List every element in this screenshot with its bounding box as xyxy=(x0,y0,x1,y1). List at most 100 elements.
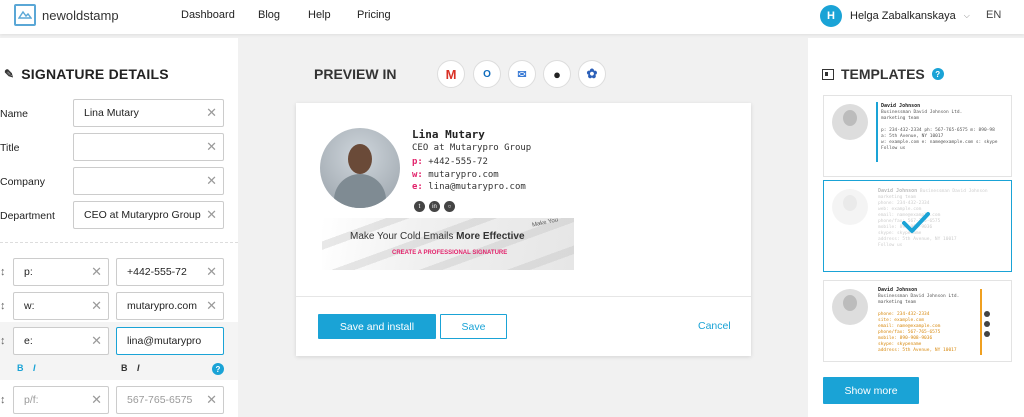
template-role: Businessman David Johnson Ltd. xyxy=(878,294,960,299)
template-line: site: example.com xyxy=(878,318,925,323)
pen-icon: ✎ xyxy=(4,67,15,81)
language-selector[interactable]: EN xyxy=(986,9,1001,21)
signature-email-line: e: lina@mutarypro.com xyxy=(412,182,526,192)
photo-body xyxy=(334,174,386,208)
nav-pricing[interactable]: Pricing xyxy=(357,9,391,21)
banner-headline: Make Your Cold Emails More Effective xyxy=(350,231,525,242)
save-button[interactable]: Save xyxy=(440,314,507,339)
clear-icon[interactable]: ✕ xyxy=(206,393,217,407)
template-role: Businessman David Johnson Ltd. xyxy=(881,110,963,115)
save-and-install-button[interactable]: Save and install xyxy=(318,314,436,339)
signature-details-heading: SIGNATURE DETAILS xyxy=(21,66,169,82)
apple-mail-icon[interactable]: ✉ xyxy=(508,60,536,88)
template-follow: Follow us xyxy=(878,243,903,248)
clear-icon[interactable]: ✕ xyxy=(91,299,102,313)
checkmark-icon xyxy=(902,212,930,233)
brand-logo[interactable]: newoldstamp xyxy=(14,4,119,26)
banner-text-b: More Effective xyxy=(456,231,525,242)
web-key: w: xyxy=(412,170,423,180)
signature-email[interactable]: lina@mutarypro.com xyxy=(428,182,526,192)
name-label: Name xyxy=(0,108,29,120)
name-value: Lina Mutary xyxy=(84,107,139,119)
clear-icon[interactable]: ✕ xyxy=(206,299,217,313)
drag-handle-icon[interactable]: ↕ xyxy=(0,300,6,312)
help-icon[interactable]: ? xyxy=(931,68,944,80)
website-value: mutarypro.com xyxy=(127,300,198,312)
drag-handle-icon[interactable]: ↕ xyxy=(0,266,6,278)
bold-toggle[interactable]: B xyxy=(17,363,24,373)
template-text: David Johnson Businessman David Johnson … xyxy=(878,188,988,249)
clear-icon[interactable]: ✕ xyxy=(206,106,217,120)
linkedin-icon[interactable]: in xyxy=(429,201,440,212)
apple-icon[interactable]: ● xyxy=(543,60,571,88)
template-card-selected[interactable]: David Johnson Businessman David Johnson … xyxy=(823,180,1012,272)
clear-icon[interactable]: ✕ xyxy=(206,140,217,154)
signature-web[interactable]: mutarypro.com xyxy=(428,170,498,180)
templates-title: TEMPLATES ? xyxy=(822,66,944,82)
italic-toggle[interactable]: I xyxy=(33,363,36,373)
clear-icon[interactable]: ✕ xyxy=(206,174,217,188)
signature-preview-card: Lina Mutary CEO at Mutarypro Group p: +4… xyxy=(296,103,751,356)
twitter-icon[interactable]: t xyxy=(414,201,425,212)
title-field[interactable]: ✕ xyxy=(73,133,224,161)
template-line: phone: 234-432-2334 xyxy=(878,201,930,206)
help-icon[interactable]: ? xyxy=(212,363,224,375)
template-text: David Johnson Businessman David Johnson … xyxy=(878,287,959,354)
email-field[interactable]: lina@mutarypro xyxy=(116,327,224,355)
name-field[interactable]: Lina Mutary ✕ xyxy=(73,99,224,127)
website-prefix-field[interactable]: w: ✕ xyxy=(13,292,109,320)
show-more-button[interactable]: Show more xyxy=(823,377,919,404)
department-value: CEO at Mutarypro Group xyxy=(84,209,201,221)
clear-icon[interactable]: ✕ xyxy=(91,334,102,348)
cancel-button[interactable]: Cancel xyxy=(698,320,731,332)
clear-icon[interactable]: ✕ xyxy=(91,265,102,279)
nav-dashboard[interactable]: Dashboard xyxy=(181,9,235,21)
clear-icon[interactable]: ✕ xyxy=(206,265,217,279)
templates-heading: TEMPLATES xyxy=(841,66,925,82)
email-prefix-field[interactable]: e: ✕ xyxy=(13,327,109,355)
phone-field[interactable]: +442-555-72 ✕ xyxy=(116,258,224,286)
template-follow: Follow us xyxy=(881,146,906,151)
signature-position: CEO at Mutarypro Group xyxy=(412,143,532,153)
website-field[interactable]: mutarypro.com ✕ xyxy=(116,292,224,320)
card-divider xyxy=(296,296,751,297)
phone-key: p: xyxy=(412,157,423,167)
template-line: p: 234-432-2334 ph: 567-765-6575 m: 890-… xyxy=(881,128,995,133)
template-avatar xyxy=(832,289,868,325)
drag-handle-icon[interactable]: ↕ xyxy=(0,394,6,406)
user-menu[interactable]: H Helga Zabalkanskaya ⌵ xyxy=(820,5,970,27)
banner-cta: CREATE A PROFESSIONAL SIGNATURE xyxy=(392,250,508,256)
template-line: address: 5th Avenue, NY 10017 xyxy=(878,237,957,242)
template-line: mobile: 890-908-9036 xyxy=(878,336,933,341)
thunderbird-icon[interactable]: ✿ xyxy=(578,60,606,88)
department-field[interactable]: CEO at Mutarypro Group ✕ xyxy=(73,201,224,229)
user-name: Helga Zabalkanskaya xyxy=(850,10,956,22)
nav-blog[interactable]: Blog xyxy=(258,9,280,21)
template-name: David Johnson xyxy=(878,287,918,293)
template-card[interactable]: David Johnson Businessman David Johnson … xyxy=(823,280,1012,362)
fax-prefix-placeholder: p/f: xyxy=(24,394,39,406)
signature-details-panel: ✎ SIGNATURE DETAILS Name Lina Mutary ✕ T… xyxy=(0,38,238,417)
template-line: a: 5th Avenue, NY 10017 xyxy=(881,134,944,139)
italic-toggle[interactable]: I xyxy=(137,363,140,373)
signature-phone-line: p: +442-555-72 xyxy=(412,157,488,167)
clear-icon[interactable]: ✕ xyxy=(206,208,217,222)
fax-prefix-field[interactable]: p/f: ✕ xyxy=(13,386,109,414)
instagram-icon[interactable]: ○ xyxy=(444,201,455,212)
chevron-down-icon: ⌵ xyxy=(963,11,970,20)
gmail-icon[interactable]: M xyxy=(437,60,465,88)
website-prefix: w: xyxy=(24,300,35,312)
bold-toggle[interactable]: B xyxy=(121,363,128,373)
outlook-icon[interactable]: O xyxy=(473,60,501,88)
drag-handle-icon[interactable]: ↕ xyxy=(0,335,6,347)
title-label: Title xyxy=(0,142,20,154)
signature-phone: +442-555-72 xyxy=(428,157,488,167)
company-field[interactable]: ✕ xyxy=(73,167,224,195)
template-card[interactable]: David Johnson Businessman David Johnson … xyxy=(823,95,1012,177)
phone-prefix-field[interactable]: p: ✕ xyxy=(13,258,109,286)
fax-field[interactable]: 567-765-6575 ✕ xyxy=(116,386,224,414)
template-dept: marketing team xyxy=(878,195,916,200)
signature-banner[interactable]: Make Your Cold Emails More Effective CRE… xyxy=(322,218,574,270)
clear-icon[interactable]: ✕ xyxy=(91,393,102,407)
nav-help[interactable]: Help xyxy=(308,9,331,21)
